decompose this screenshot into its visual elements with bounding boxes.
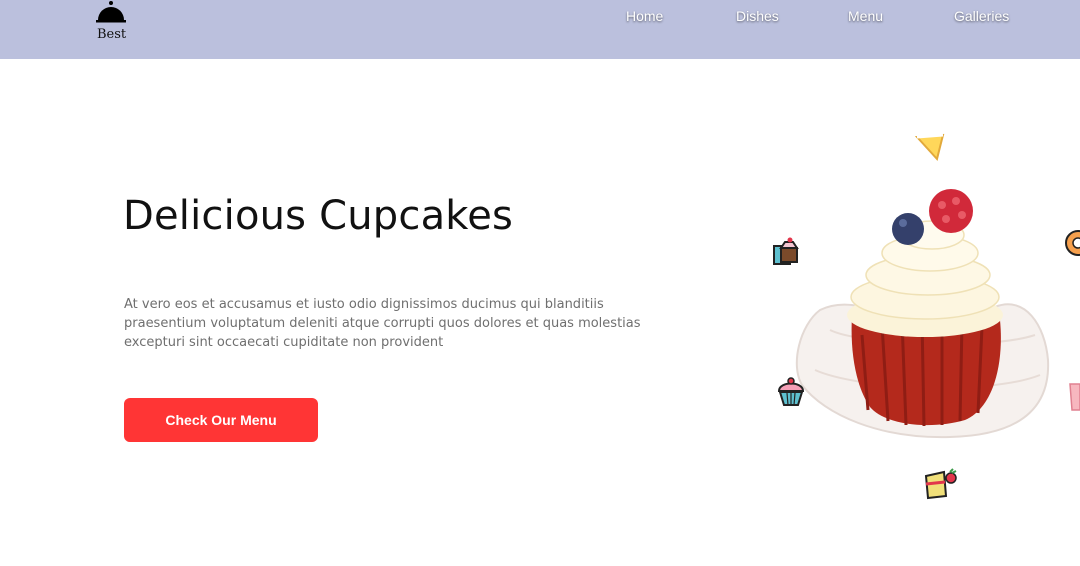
chocolate-cake-icon xyxy=(773,237,799,265)
hero-title: Delicious Cupcakes xyxy=(123,193,514,239)
nav-home[interactable]: Home xyxy=(626,8,663,24)
nav-galleries[interactable]: Galleries xyxy=(954,8,1009,24)
cupcake-icon xyxy=(777,377,805,406)
brand-name: Best xyxy=(97,27,127,42)
nav-menu[interactable]: Menu xyxy=(848,8,883,24)
nav-dishes[interactable]: Dishes xyxy=(736,8,779,24)
drink-icon xyxy=(1069,383,1080,411)
navbar: Best Home Dishes Menu Galleries xyxy=(0,0,1080,59)
brand-logo[interactable]: Best xyxy=(92,0,130,44)
cloche-icon xyxy=(96,1,126,23)
cake-slice-icon xyxy=(914,133,945,162)
donut-icon xyxy=(1065,230,1080,256)
strawberry-cake-icon xyxy=(924,468,957,500)
hero-description: At vero eos et accusamus et iusto odio d… xyxy=(124,297,641,350)
cupcake-image xyxy=(795,189,1050,439)
check-menu-button[interactable]: Check Our Menu xyxy=(124,398,318,442)
